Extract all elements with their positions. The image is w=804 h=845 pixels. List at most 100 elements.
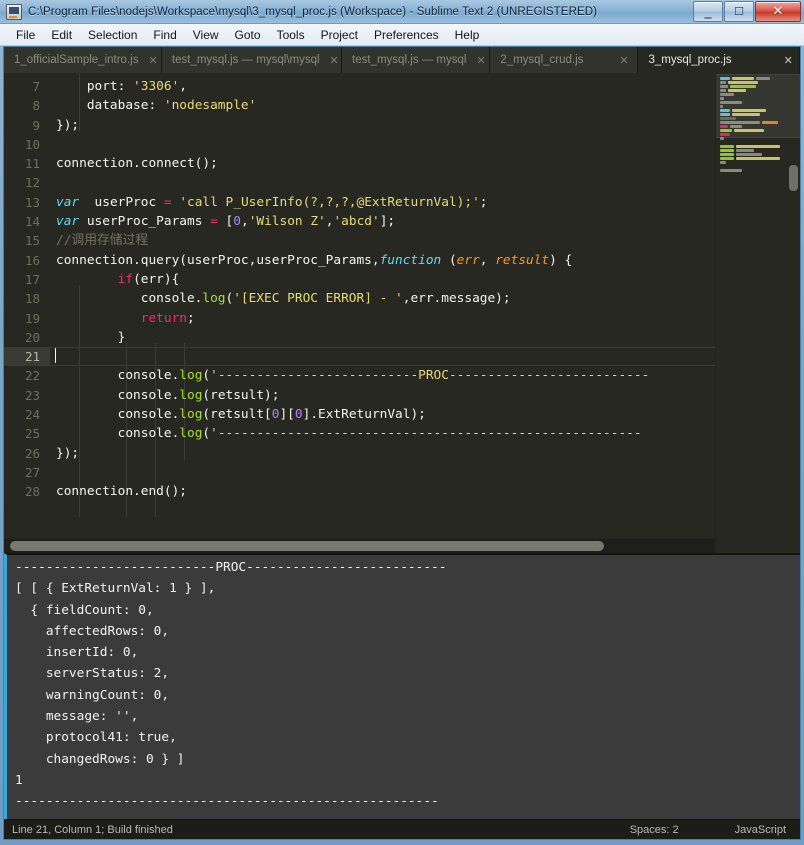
line-number: 9 bbox=[32, 117, 40, 133]
tab-2-mysql-crud[interactable]: 2_mysql_crud.js ✕ bbox=[490, 47, 639, 73]
menu-item-edit[interactable]: Edit bbox=[43, 26, 80, 44]
code-line-11: connection.connect(); bbox=[56, 156, 218, 172]
horizontal-scrollbar[interactable] bbox=[4, 538, 715, 553]
minimap-content bbox=[720, 77, 796, 173]
status-indentation[interactable]: Spaces: 2 bbox=[630, 824, 679, 836]
editor-main: 7 8 9 10 11 12 13 14 15 16 17 18 19 20 2… bbox=[4, 73, 715, 553]
status-syntax[interactable]: JavaScript bbox=[735, 824, 786, 836]
code-lines[interactable]: port: '3306', database: 'nodesample' });… bbox=[50, 73, 715, 538]
line-number: 23 bbox=[24, 387, 40, 403]
line-number: 19 bbox=[24, 310, 40, 326]
line-number: 20 bbox=[24, 329, 40, 345]
line-number: 28 bbox=[24, 484, 40, 500]
code-line-26: }); bbox=[56, 445, 80, 461]
code-line-21-current bbox=[50, 347, 715, 367]
menu-item-file[interactable]: File bbox=[8, 26, 43, 44]
line-number: 24 bbox=[24, 407, 40, 423]
minimize-button[interactable]: _ bbox=[693, 1, 723, 22]
line-number: 15 bbox=[24, 233, 40, 249]
code-line-25: console.log('---------------------------… bbox=[56, 426, 642, 442]
code-line-20: } bbox=[56, 329, 126, 345]
code-line-8: database: 'nodesample' bbox=[56, 98, 257, 114]
code-line-24: console.log(retsult[0][0].ExtReturnVal); bbox=[56, 407, 426, 423]
title-bar: C:\Program Files\nodejs\Workspace\mysql\… bbox=[0, 0, 804, 24]
tab-1-officialsample-intro[interactable]: 1_officialSample_intro.js ✕ bbox=[4, 47, 162, 73]
window-controls: _ ☐ ✕ bbox=[692, 1, 801, 22]
line-number: 7 bbox=[32, 79, 40, 94]
line-number: 26 bbox=[24, 445, 40, 461]
code-line-7: port: '3306', bbox=[56, 79, 187, 94]
line-number: 18 bbox=[24, 291, 40, 307]
status-right-group: Spaces: 2 JavaScript bbox=[630, 824, 786, 836]
minimize-icon: _ bbox=[704, 3, 712, 19]
menu-item-selection[interactable]: Selection bbox=[80, 26, 145, 44]
console-line: warningCount: 0, bbox=[15, 687, 170, 703]
code-line-28: connection.end(); bbox=[56, 484, 187, 500]
code-line-14: var userProc_Params = [0,'Wilson Z','abc… bbox=[56, 214, 396, 230]
code-line-17: if(err){ bbox=[117, 271, 180, 287]
console-line: 1 bbox=[15, 772, 23, 788]
menu-item-find[interactable]: Find bbox=[145, 26, 184, 44]
menu-item-preferences[interactable]: Preferences bbox=[366, 26, 447, 44]
close-icon[interactable]: ✕ bbox=[784, 55, 793, 66]
line-number: 13 bbox=[24, 194, 40, 210]
code-line-19: return; bbox=[140, 310, 195, 326]
code-line-13: var userProc = 'call P_UserInfo(?,?,?,@E… bbox=[56, 194, 488, 210]
line-number: 27 bbox=[24, 464, 40, 480]
status-message: Line 21, Column 1; Build finished bbox=[12, 823, 173, 836]
line-number: 12 bbox=[24, 175, 40, 191]
build-output-panel[interactable]: --------------------------PROC----------… bbox=[4, 553, 800, 819]
close-icon[interactable]: ✕ bbox=[148, 55, 157, 66]
menu-item-view[interactable]: View bbox=[185, 26, 227, 44]
console-line: protocol41: true, bbox=[15, 730, 177, 746]
tab-3-mysql-proc[interactable]: 3_mysql_proc.js ✕ bbox=[638, 47, 800, 73]
tab-test-mysql-mysql[interactable]: test_mysql.js — mysql ✕ bbox=[342, 47, 491, 73]
menu-item-goto[interactable]: Goto bbox=[227, 26, 269, 44]
minimap[interactable] bbox=[715, 73, 800, 553]
sublime-text-window: C:\Program Files\nodejs\Workspace\mysql\… bbox=[0, 0, 804, 845]
sublime-body: 1_officialSample_intro.js ✕ test_mysql.j… bbox=[3, 46, 801, 840]
close-icon[interactable]: ✕ bbox=[476, 55, 485, 66]
console-line: serverStatus: 2, bbox=[15, 666, 170, 682]
text-caret bbox=[55, 348, 56, 364]
line-number-gutter: 7 8 9 10 11 12 13 14 15 16 17 18 19 20 2… bbox=[4, 73, 50, 538]
tab-label: 1_officialSample_intro.js bbox=[14, 54, 139, 66]
line-number: 22 bbox=[24, 368, 40, 384]
code-line-22: console.log('--------------------------P… bbox=[56, 368, 650, 384]
console-line: --------------------------PROC----------… bbox=[15, 560, 447, 575]
editor-region: 7 8 9 10 11 12 13 14 15 16 17 18 19 20 2… bbox=[4, 73, 800, 553]
menu-item-help[interactable]: Help bbox=[447, 26, 488, 44]
tab-label: 2_mysql_crud.js bbox=[500, 54, 584, 66]
line-number: 25 bbox=[24, 426, 40, 442]
sublime-text-icon bbox=[6, 3, 22, 20]
close-icon: ✕ bbox=[772, 4, 784, 19]
line-number: 14 bbox=[24, 214, 40, 230]
close-icon[interactable]: ✕ bbox=[619, 55, 628, 66]
minimap-scroll-handle[interactable] bbox=[789, 165, 798, 191]
menu-item-tools[interactable]: Tools bbox=[269, 26, 313, 44]
tab-bar: 1_officialSample_intro.js ✕ test_mysql.j… bbox=[4, 47, 800, 73]
tab-test-mysql-mysql-mysql[interactable]: test_mysql.js — mysql\mysql ✕ bbox=[161, 47, 343, 73]
console-line: message: '', bbox=[15, 709, 139, 725]
horizontal-scrollbar-thumb[interactable] bbox=[10, 541, 604, 551]
menu-item-project[interactable]: Project bbox=[313, 26, 366, 44]
close-button[interactable]: ✕ bbox=[755, 1, 801, 22]
code-area[interactable]: 7 8 9 10 11 12 13 14 15 16 17 18 19 20 2… bbox=[4, 73, 715, 538]
status-bar: Line 21, Column 1; Build finished Spaces… bbox=[4, 819, 800, 839]
console-line: insertId: 0, bbox=[15, 645, 139, 661]
console-line: { fieldCount: 0, bbox=[15, 602, 154, 618]
code-line-23: console.log(retsult); bbox=[56, 387, 280, 403]
line-number: 8 bbox=[32, 98, 40, 114]
console-line: changedRows: 0 } ] bbox=[15, 751, 185, 767]
console-line: ----------------------------------------… bbox=[15, 794, 439, 810]
maximize-button[interactable]: ☐ bbox=[724, 1, 754, 22]
console-line: affectedRows: 0, bbox=[15, 623, 170, 639]
window-title: C:\Program Files\nodejs\Workspace\mysql\… bbox=[28, 5, 598, 18]
console-line: [ [ { ExtReturnVal: 1 } ], bbox=[15, 581, 216, 597]
maximize-icon: ☐ bbox=[734, 5, 744, 18]
line-number: 17 bbox=[24, 271, 40, 287]
tab-label: test_mysql.js — mysql bbox=[352, 54, 467, 66]
close-icon[interactable]: ✕ bbox=[330, 55, 339, 66]
